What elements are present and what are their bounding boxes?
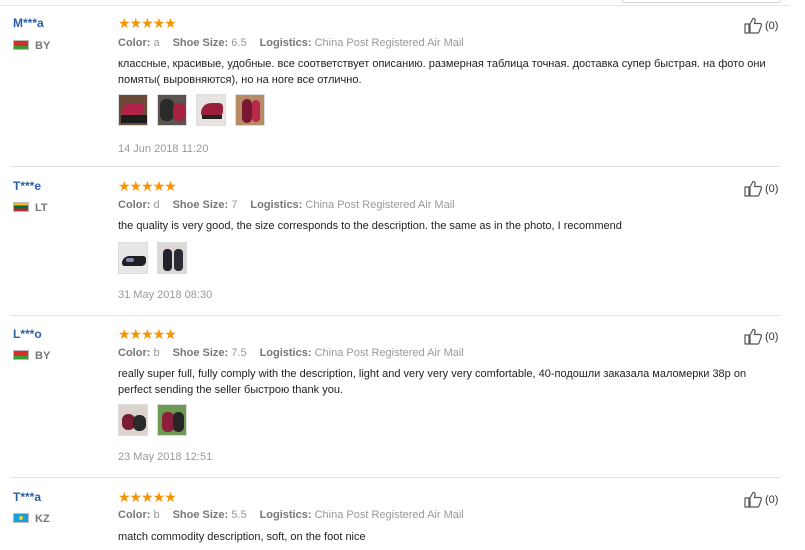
review-photo-thumbnail[interactable] (118, 94, 148, 126)
star-rating: ★★★★★ (118, 15, 177, 31)
review-photo-thumbnail[interactable] (196, 94, 226, 126)
reviewer-name: M***a (13, 16, 44, 30)
review-text: match commodity description, soft, on th… (118, 531, 366, 543)
star-rating: ★★★★★ (118, 178, 177, 194)
order-info: Color: d Shoe Size: 7 Logistics: China Pos… (118, 199, 455, 211)
sort-dropdown[interactable] (622, 0, 781, 3)
review-photos (118, 94, 274, 126)
belarus-flag-icon (13, 40, 29, 50)
reviewer-name: L***o (13, 327, 42, 341)
order-info: Color: b Shoe Size: 7.5 Logistics: China P… (118, 347, 464, 359)
review-photo-thumbnail[interactable] (157, 404, 187, 436)
review-photos (118, 242, 196, 274)
review-text: the quality is very good, the size corre… (118, 220, 622, 232)
review-text: really super full, fully comply with the… (118, 368, 747, 396)
helpful-button[interactable]: (0) (744, 491, 778, 508)
star-rating: ★★★★★ (118, 326, 177, 342)
review-photos (118, 404, 196, 436)
belarus-flag-icon (13, 350, 29, 360)
review-divider (10, 315, 780, 316)
review-divider (10, 166, 780, 167)
thumbs-up-icon (744, 491, 763, 508)
review-photo-thumbnail[interactable] (157, 242, 187, 274)
reviewer-name: T***a (13, 490, 42, 504)
review-photo-thumbnail[interactable] (118, 242, 148, 274)
reviewer-country: LT (13, 202, 48, 214)
review-date: 14 Jun 2018 11:20 (118, 143, 209, 155)
review-text: классные, красивые, удобные. все соответ… (118, 58, 766, 86)
review-photo-thumbnail[interactable] (235, 94, 265, 126)
reviewer-country: KZ (13, 513, 50, 525)
lithuania-flag-icon (13, 202, 29, 212)
reviewer-country: BY (13, 350, 50, 362)
review-date: 23 May 2018 12:51 (118, 451, 213, 463)
reviewer-name: T***e (13, 179, 42, 193)
helpful-button[interactable]: (0) (744, 180, 778, 197)
helpful-button[interactable]: (0) (744, 17, 778, 34)
review-photo-thumbnail[interactable] (157, 94, 187, 126)
thumbs-up-icon (744, 180, 763, 197)
order-info: Color: b Shoe Size: 5.5 Logistics: China P… (118, 509, 464, 521)
helpful-button[interactable]: (0) (744, 328, 778, 345)
kazakhstan-flag-icon (13, 513, 29, 523)
top-divider (0, 5, 790, 6)
review-divider (10, 477, 780, 478)
reviewer-country: BY (13, 40, 50, 52)
thumbs-up-icon (744, 328, 763, 345)
thumbs-up-icon (744, 17, 763, 34)
order-info: Color: a Shoe Size: 6.5 Logistics: China P… (118, 37, 464, 49)
review-date: 31 May 2018 08:30 (118, 289, 213, 301)
star-rating: ★★★★★ (118, 489, 177, 505)
review-photo-thumbnail[interactable] (118, 404, 148, 436)
